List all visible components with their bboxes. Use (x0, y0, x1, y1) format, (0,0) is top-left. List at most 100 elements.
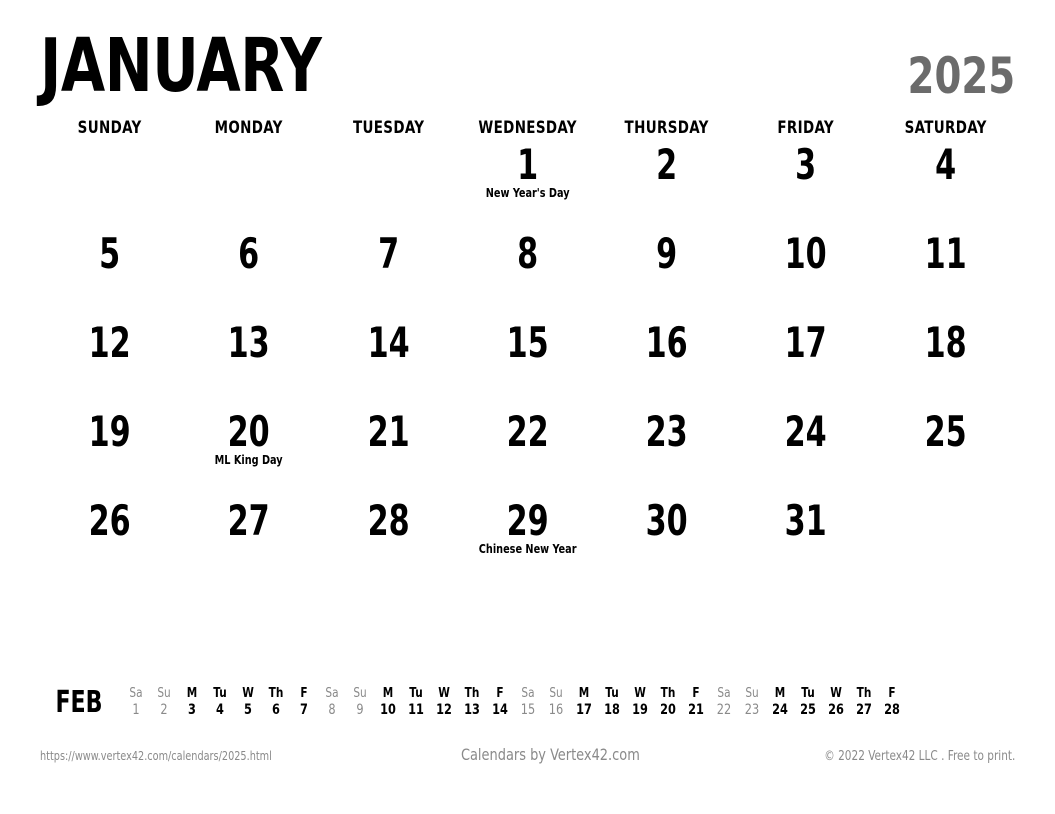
mini-strip-days: Sa 1 Su 2 M 3 Tu 4 W 5 Th 6 F 7 Sa 8 Su 9 M 10 Tu 11 W 12 Th 13 F 1… (118, 686, 1015, 720)
day-cell-18[interactable]: 18 (876, 318, 1015, 407)
day-cell-28[interactable]: 28 (319, 496, 458, 585)
mini-day-22[interactable]: Sa 22 (710, 686, 738, 720)
mini-day-12[interactable]: W 12 (430, 686, 458, 720)
day-cell-20[interactable]: 20 ML King Day (179, 407, 318, 496)
day-cell-29[interactable]: 29 Chinese New Year (458, 496, 597, 585)
mini-day-2[interactable]: Su 2 (150, 686, 178, 720)
mini-day-date: 4 (216, 702, 224, 719)
mini-day-date: 14 (492, 702, 508, 719)
mini-day-dow: Sa (521, 686, 535, 701)
day-cell-empty (319, 140, 458, 229)
mini-day-24[interactable]: M 24 (766, 686, 794, 720)
day-number: 13 (227, 318, 270, 367)
mini-day-26[interactable]: W 26 (822, 686, 850, 720)
mini-day-3[interactable]: M3 (178, 686, 206, 720)
day-cell-5[interactable]: 5 (40, 229, 179, 318)
day-cell-26[interactable]: 26 (40, 496, 179, 585)
mini-day-dow: W (830, 686, 842, 701)
mini-day-9[interactable]: Su 9 (346, 686, 374, 720)
day-cell-4[interactable]: 4 (876, 140, 1015, 229)
mini-day-date: 25 (800, 702, 816, 719)
mini-day-28[interactable]: F 28 (878, 686, 906, 720)
day-number: 30 (645, 496, 688, 545)
february-mini-strip: FEB Sa 1 Su 2 M 3 Tu 4 W 5 Th 6 F 7 Sa 8 Su 9 M 10 Tu 11 W 12 Th… (40, 686, 1015, 720)
mini-day-1[interactable]: Sa 1 (122, 686, 150, 720)
day-cell-31[interactable]: 31 (736, 496, 875, 585)
day-cell-6[interactable]: 6 (179, 229, 318, 318)
day-cell-9[interactable]: 9 (597, 229, 736, 318)
mini-day-13[interactable]: Th 13 (458, 686, 486, 720)
day-number: 19 (88, 407, 131, 456)
mini-day-19[interactable]: W 19 (626, 686, 654, 720)
mini-day-date: 5 (244, 702, 252, 719)
mini-day-11[interactable]: Tu 11 (402, 686, 430, 720)
day-cell-8[interactable]: 8 (458, 229, 597, 318)
mini-day-6[interactable]: Th 6 (262, 686, 290, 720)
mini-day-17[interactable]: M 17 (570, 686, 598, 720)
day-cell-14[interactable]: 14 (319, 318, 458, 407)
day-number: 12 (88, 318, 131, 367)
mini-day-5[interactable]: W5 (234, 686, 262, 720)
day-cell-7[interactable]: 7 (319, 229, 458, 318)
weekday-label-saturday: SATURDAY (904, 118, 987, 138)
mini-day-14[interactable]: F 14 (486, 686, 514, 720)
page-footer: https://www.vertex42.com/calendars/2025.… (40, 745, 1015, 764)
day-cell-13[interactable]: 13 (179, 318, 318, 407)
mini-day-4[interactable]: Tu 4 (206, 686, 234, 720)
mini-day-21[interactable]: F 21 (682, 686, 710, 720)
mini-day-20[interactable]: Th 20 (654, 686, 682, 720)
footer-attribution: Calendars by Vertex42.com (460, 745, 640, 764)
day-number: 3 (795, 140, 817, 189)
day-event-label: ML King Day (214, 452, 283, 467)
calendar-page: JANUARY 2025 SUNDAY MONDAY TUESDAY WEDNESDA… (0, 0, 1055, 814)
footer-url[interactable]: https://www.vertex42.com/calendars/2025.… (40, 749, 272, 763)
day-number: 2 (656, 140, 678, 189)
mini-day-10[interactable]: M 10 (374, 686, 402, 720)
day-cell-11[interactable]: 11 (876, 229, 1015, 318)
day-number: 29 (506, 496, 549, 545)
mini-day-16[interactable]: Su 16 (542, 686, 570, 720)
mini-day-18[interactable]: Tu 18 (598, 686, 626, 720)
day-number: 24 (785, 407, 828, 456)
mini-day-8[interactable]: Sa 8 (318, 686, 346, 720)
calendar-week-row: 26 27 28 29 Chinese New Year 30 31 (40, 496, 1015, 585)
weekday-label-monday: MONDAY (214, 118, 283, 138)
day-cell-empty (876, 496, 1015, 585)
day-number: 21 (367, 407, 410, 456)
day-cell-27[interactable]: 27 (179, 496, 318, 585)
mini-day-15[interactable]: Sa 15 (514, 686, 542, 720)
mini-day-dow: F (496, 686, 504, 701)
mini-day-dow: Su (549, 686, 563, 701)
day-cell-19[interactable]: 19 (40, 407, 179, 496)
day-cell-12[interactable]: 12 (40, 318, 179, 407)
mini-day-dow: M (774, 686, 786, 701)
day-cell-17[interactable]: 17 (736, 318, 875, 407)
day-number: 22 (506, 407, 549, 456)
mini-day-date: 28 (884, 702, 900, 719)
mini-day-date: 10 (380, 702, 396, 719)
day-cell-3[interactable]: 3 (736, 140, 875, 229)
day-cell-24[interactable]: 24 (736, 407, 875, 496)
day-cell-2[interactable]: 2 (597, 140, 736, 229)
calendar-week-row: 1 New Year's Day 2 3 4 (40, 140, 1015, 229)
mini-day-date: 15 (520, 702, 536, 719)
day-cell-15[interactable]: 15 (458, 318, 597, 407)
mini-day-date: 24 (772, 702, 788, 719)
mini-day-23[interactable]: Su 23 (738, 686, 766, 720)
day-cell-30[interactable]: 30 (597, 496, 736, 585)
mini-day-7[interactable]: F7 (290, 686, 318, 720)
mini-day-dow: Th (464, 686, 480, 701)
weekday-label-friday: FRIDAY (777, 118, 835, 138)
day-cell-21[interactable]: 21 (319, 407, 458, 496)
mini-day-dow: F (888, 686, 896, 701)
day-cell-1[interactable]: 1 New Year's Day (458, 140, 597, 229)
mini-day-27[interactable]: Th 27 (850, 686, 878, 720)
day-cell-16[interactable]: 16 (597, 318, 736, 407)
day-cell-25[interactable]: 25 (876, 407, 1015, 496)
mini-day-25[interactable]: Tu 25 (794, 686, 822, 720)
day-cell-22[interactable]: 22 (458, 407, 597, 496)
mini-day-date: 20 (660, 702, 676, 719)
day-cell-23[interactable]: 23 (597, 407, 736, 496)
calendar-week-row: 19 20 ML King Day 21 22 23 24 25 (40, 407, 1015, 496)
day-cell-10[interactable]: 10 (736, 229, 875, 318)
